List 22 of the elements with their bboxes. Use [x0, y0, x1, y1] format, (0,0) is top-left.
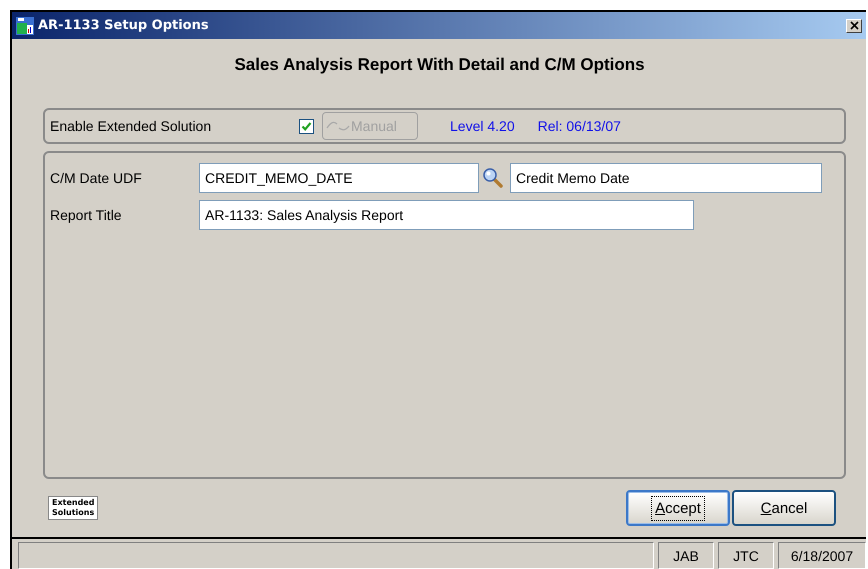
window-title: AR-1133 Setup Options — [38, 18, 210, 33]
logo-text: Extended — [52, 498, 94, 508]
dialog-button[interactable]: Cancel — [732, 490, 836, 526]
close-button[interactable] — [846, 18, 862, 32]
close-icon — [850, 21, 858, 30]
logo-text: Solutions — [52, 508, 94, 518]
input-field[interactable]: CREDIT_MEMO_DATE — [199, 163, 479, 193]
status-pane: JTC — [718, 542, 774, 569]
version-label: Level 4.20 — [450, 118, 515, 134]
app-icon — [16, 16, 34, 34]
checkbox[interactable] — [299, 118, 314, 134]
status-pane: 6/18/2007 — [778, 542, 866, 569]
field-label: Enable Extended Solution — [50, 118, 212, 134]
input-field[interactable]: AR-1133: Sales Analysis Report — [199, 200, 694, 230]
status-pane: JAB — [658, 542, 714, 569]
field-label: Report Title — [50, 207, 123, 223]
dialog-button[interactable]: Accept — [626, 490, 730, 526]
release-label: Rel: 06/13/07 — [538, 118, 621, 134]
dialog-heading: Sales Analysis Report With Detail and C/M Options — [233, 55, 646, 75]
field-label: C/M Date UDF — [50, 170, 143, 186]
input-field[interactable]: Credit Memo Date — [510, 163, 822, 193]
search-icon[interactable] — [482, 167, 504, 189]
